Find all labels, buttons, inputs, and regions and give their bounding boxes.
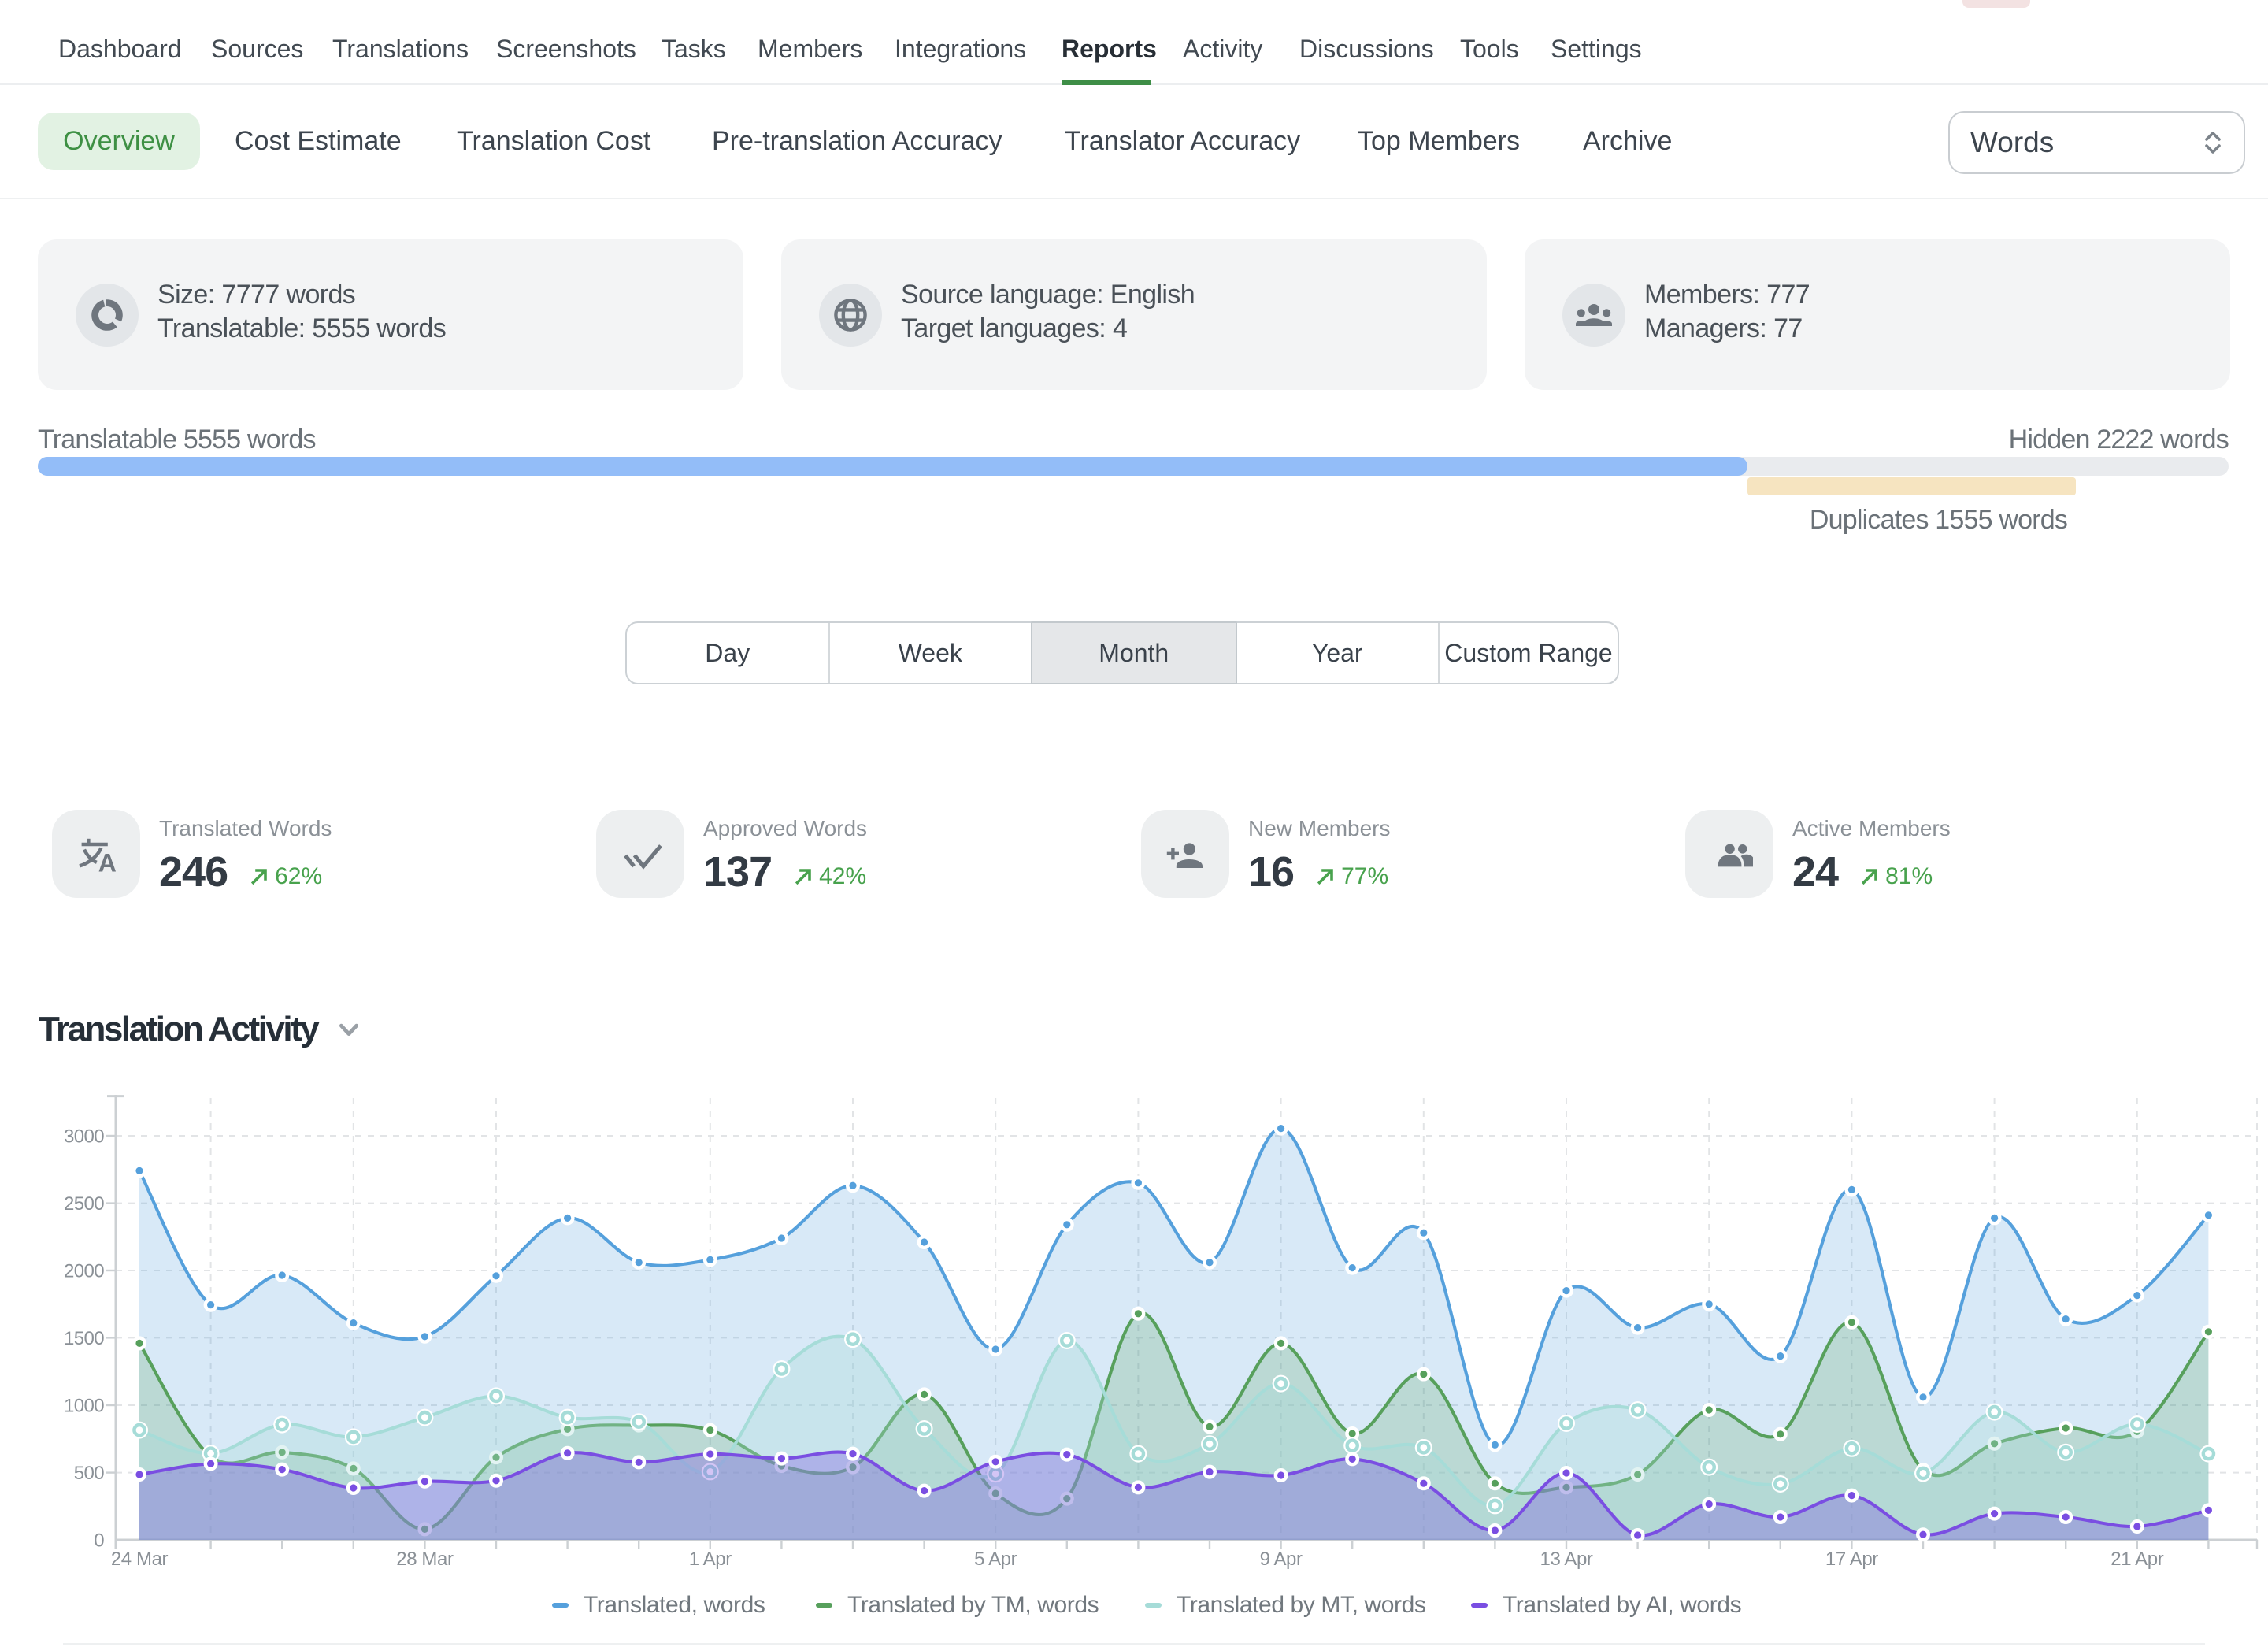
svg-text:1 Apr: 1 Apr [689,1549,732,1570]
svg-text:13 Apr: 13 Apr [1540,1549,1593,1570]
svg-text:21 Apr: 21 Apr [2110,1549,2163,1570]
svg-text:2000: 2000 [64,1261,104,1282]
svg-text:1000: 1000 [64,1396,104,1417]
svg-text:9 Apr: 9 Apr [1260,1549,1303,1570]
svg-text:500: 500 [74,1463,104,1484]
svg-text:17 Apr: 17 Apr [1825,1549,1878,1570]
svg-text:28 Mar: 28 Mar [396,1549,454,1570]
svg-text:24 Mar: 24 Mar [111,1549,169,1570]
svg-text:3000: 3000 [64,1126,104,1148]
svg-text:1500: 1500 [64,1328,104,1349]
svg-text:0: 0 [94,1530,104,1552]
svg-text:2500: 2500 [64,1193,104,1215]
svg-text:5 Apr: 5 Apr [974,1549,1017,1570]
